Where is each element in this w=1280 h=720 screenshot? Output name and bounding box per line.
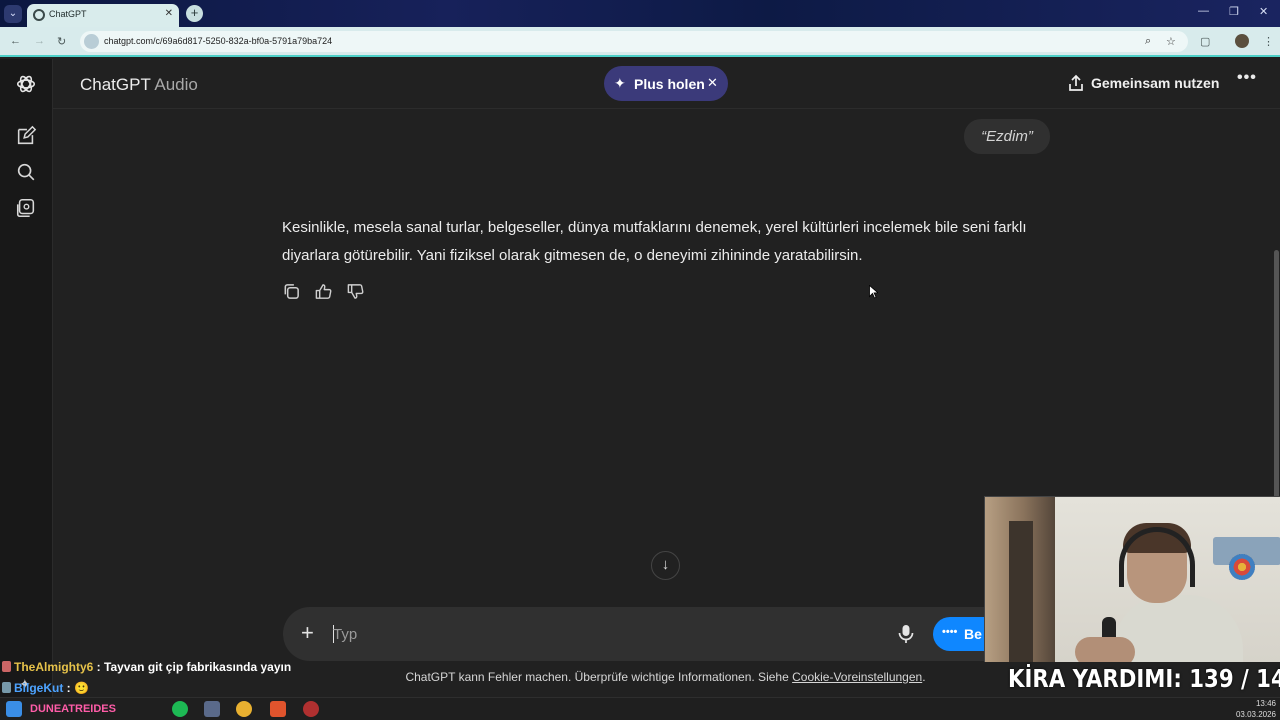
chat-separator: : [93,660,105,674]
bookmark-star-icon[interactable]: ☆ [1166,35,1176,48]
chat-username: BilgeKut [14,681,64,695]
search-icon[interactable] [15,161,37,183]
webcam-doorframe [1009,521,1033,662]
browser-tabbar: ⌄ ChatGPT ✕ + — ❐ ✕ [0,0,1280,27]
os-taskbar: DUNEATREIDES 13:46 03.03.2026 [0,697,1280,720]
obs-icon[interactable] [303,701,319,717]
chat-separator: : [63,681,75,695]
thumbs-up-icon[interactable] [314,282,333,301]
browser-menu-icon[interactable]: ⋮ [1263,35,1274,48]
zoom-icon[interactable]: ⌕ [1145,35,1151,48]
share-label: Gemeinsam nutzen [1091,75,1220,91]
badge-icon [2,661,11,672]
extensions-icon[interactable]: ▢ [1200,35,1210,48]
chat-username: TheAlmighty6 [14,660,94,674]
dartboard-icon [1229,554,1255,580]
chatgpt-favicon-icon [33,9,45,21]
model-variant: Audio [154,75,198,94]
tab-search-icon[interactable]: ⌄ [4,5,22,23]
reload-icon[interactable]: ↻ [57,35,66,48]
site-info-icon[interactable] [84,34,99,49]
back-arrow-icon[interactable]: ← [10,35,21,47]
thumbs-down-icon[interactable] [346,282,365,301]
streamer-arm [1075,637,1135,662]
brave-icon[interactable] [270,701,286,717]
system-clock[interactable]: 13:46 03.03.2026 [1236,698,1276,720]
tab-title: ChatGPT [49,9,87,19]
mouse-cursor-icon [869,285,878,299]
chat-header: ChatGPT Audio ✦ Plus holen ✕ Gemeinsam n… [53,59,1280,109]
new-chat-icon[interactable] [15,125,37,147]
taskbar-overlay-text: DUNEATREIDES [30,703,116,715]
copy-icon[interactable] [282,282,301,301]
plus-upgrade-button[interactable]: ✦ Plus holen ✕ [604,66,728,101]
emoji-icon: 🙂 [74,681,89,695]
browser-tab[interactable]: ChatGPT ✕ [27,4,179,27]
chrome-icon[interactable] [236,701,252,717]
calculator-icon[interactable] [204,701,220,717]
window-close-icon[interactable]: ✕ [1259,5,1268,18]
voice-label: Be [964,626,982,642]
forward-arrow-icon[interactable]: → [34,35,45,47]
prompt-input[interactable] [333,624,733,644]
openai-logo-icon[interactable] [15,73,37,95]
plus-label: Plus holen [634,76,705,92]
upload-icon [1069,74,1083,91]
close-icon[interactable]: ✕ [165,8,173,19]
assistant-message: Kesinlikle, mesela sanal turlar, belgese… [282,219,1027,264]
clock-date: 03.03.2026 [1235,710,1276,719]
chat-line: TheAlmighty6 : Tayvan git çip fabrikasın… [2,660,291,674]
close-icon[interactable]: ✕ [707,75,718,91]
screen: ⌄ ChatGPT ✕ + — ❐ ✕ ← → ↻ chatgpt.com/c/… [0,0,1280,720]
library-icon[interactable] [15,197,37,219]
attach-plus-icon[interactable]: + [301,620,314,646]
profile-avatar[interactable] [1235,34,1249,48]
disclaimer-text: ChatGPT kann Fehler machen. Überprüfe wi… [405,670,789,684]
webcam-overlay [984,496,1280,662]
star-icon: ✦ [614,75,626,91]
model-title[interactable]: ChatGPT Audio [80,75,198,95]
address-bar[interactable]: chatgpt.com/c/69a6d817-5250-832a-bf0a-57… [80,31,1188,52]
counter-label: KİRA YARDIMI: [1008,664,1182,693]
scroll-down-button[interactable]: ↓ [651,551,680,580]
clock-time: 13:46 [1255,699,1276,708]
sidebar: ✦ [0,59,53,720]
cookie-settings-link[interactable]: Cookie-Voreinstellungen [792,670,922,684]
disclaimer-suffix: . [922,670,926,684]
minimize-icon[interactable]: — [1198,5,1209,17]
model-name: ChatGPT [80,75,151,94]
user-message: “Ezdim” [964,119,1050,154]
windows-start-icon[interactable] [6,701,22,717]
microphone-icon[interactable] [897,624,915,644]
chat-message: Tayvan git çip fabrikasında yayın [104,660,292,674]
counter-value: 139 / 140 [1189,664,1280,693]
url-text: chatgpt.com/c/69a6d817-5250-832a-bf0a-57… [104,36,333,46]
waveform-icon: •••• [942,626,958,638]
rent-counter: KİRA YARDIMI: 139 / 140 [1008,664,1280,693]
restore-icon[interactable]: ❐ [1229,5,1239,18]
browser-toolbar: ← → ↻ chatgpt.com/c/69a6d817-5250-832a-b… [0,27,1280,57]
more-options-icon[interactable]: ••• [1237,69,1257,87]
badge-icon [2,682,11,693]
composer: + •••• Be [283,607,1023,661]
message-actions [282,282,372,302]
chat-line: BilgeKut : 🙂 [2,681,89,695]
new-tab-button[interactable]: + [186,5,203,22]
spotify-icon[interactable] [172,701,188,717]
